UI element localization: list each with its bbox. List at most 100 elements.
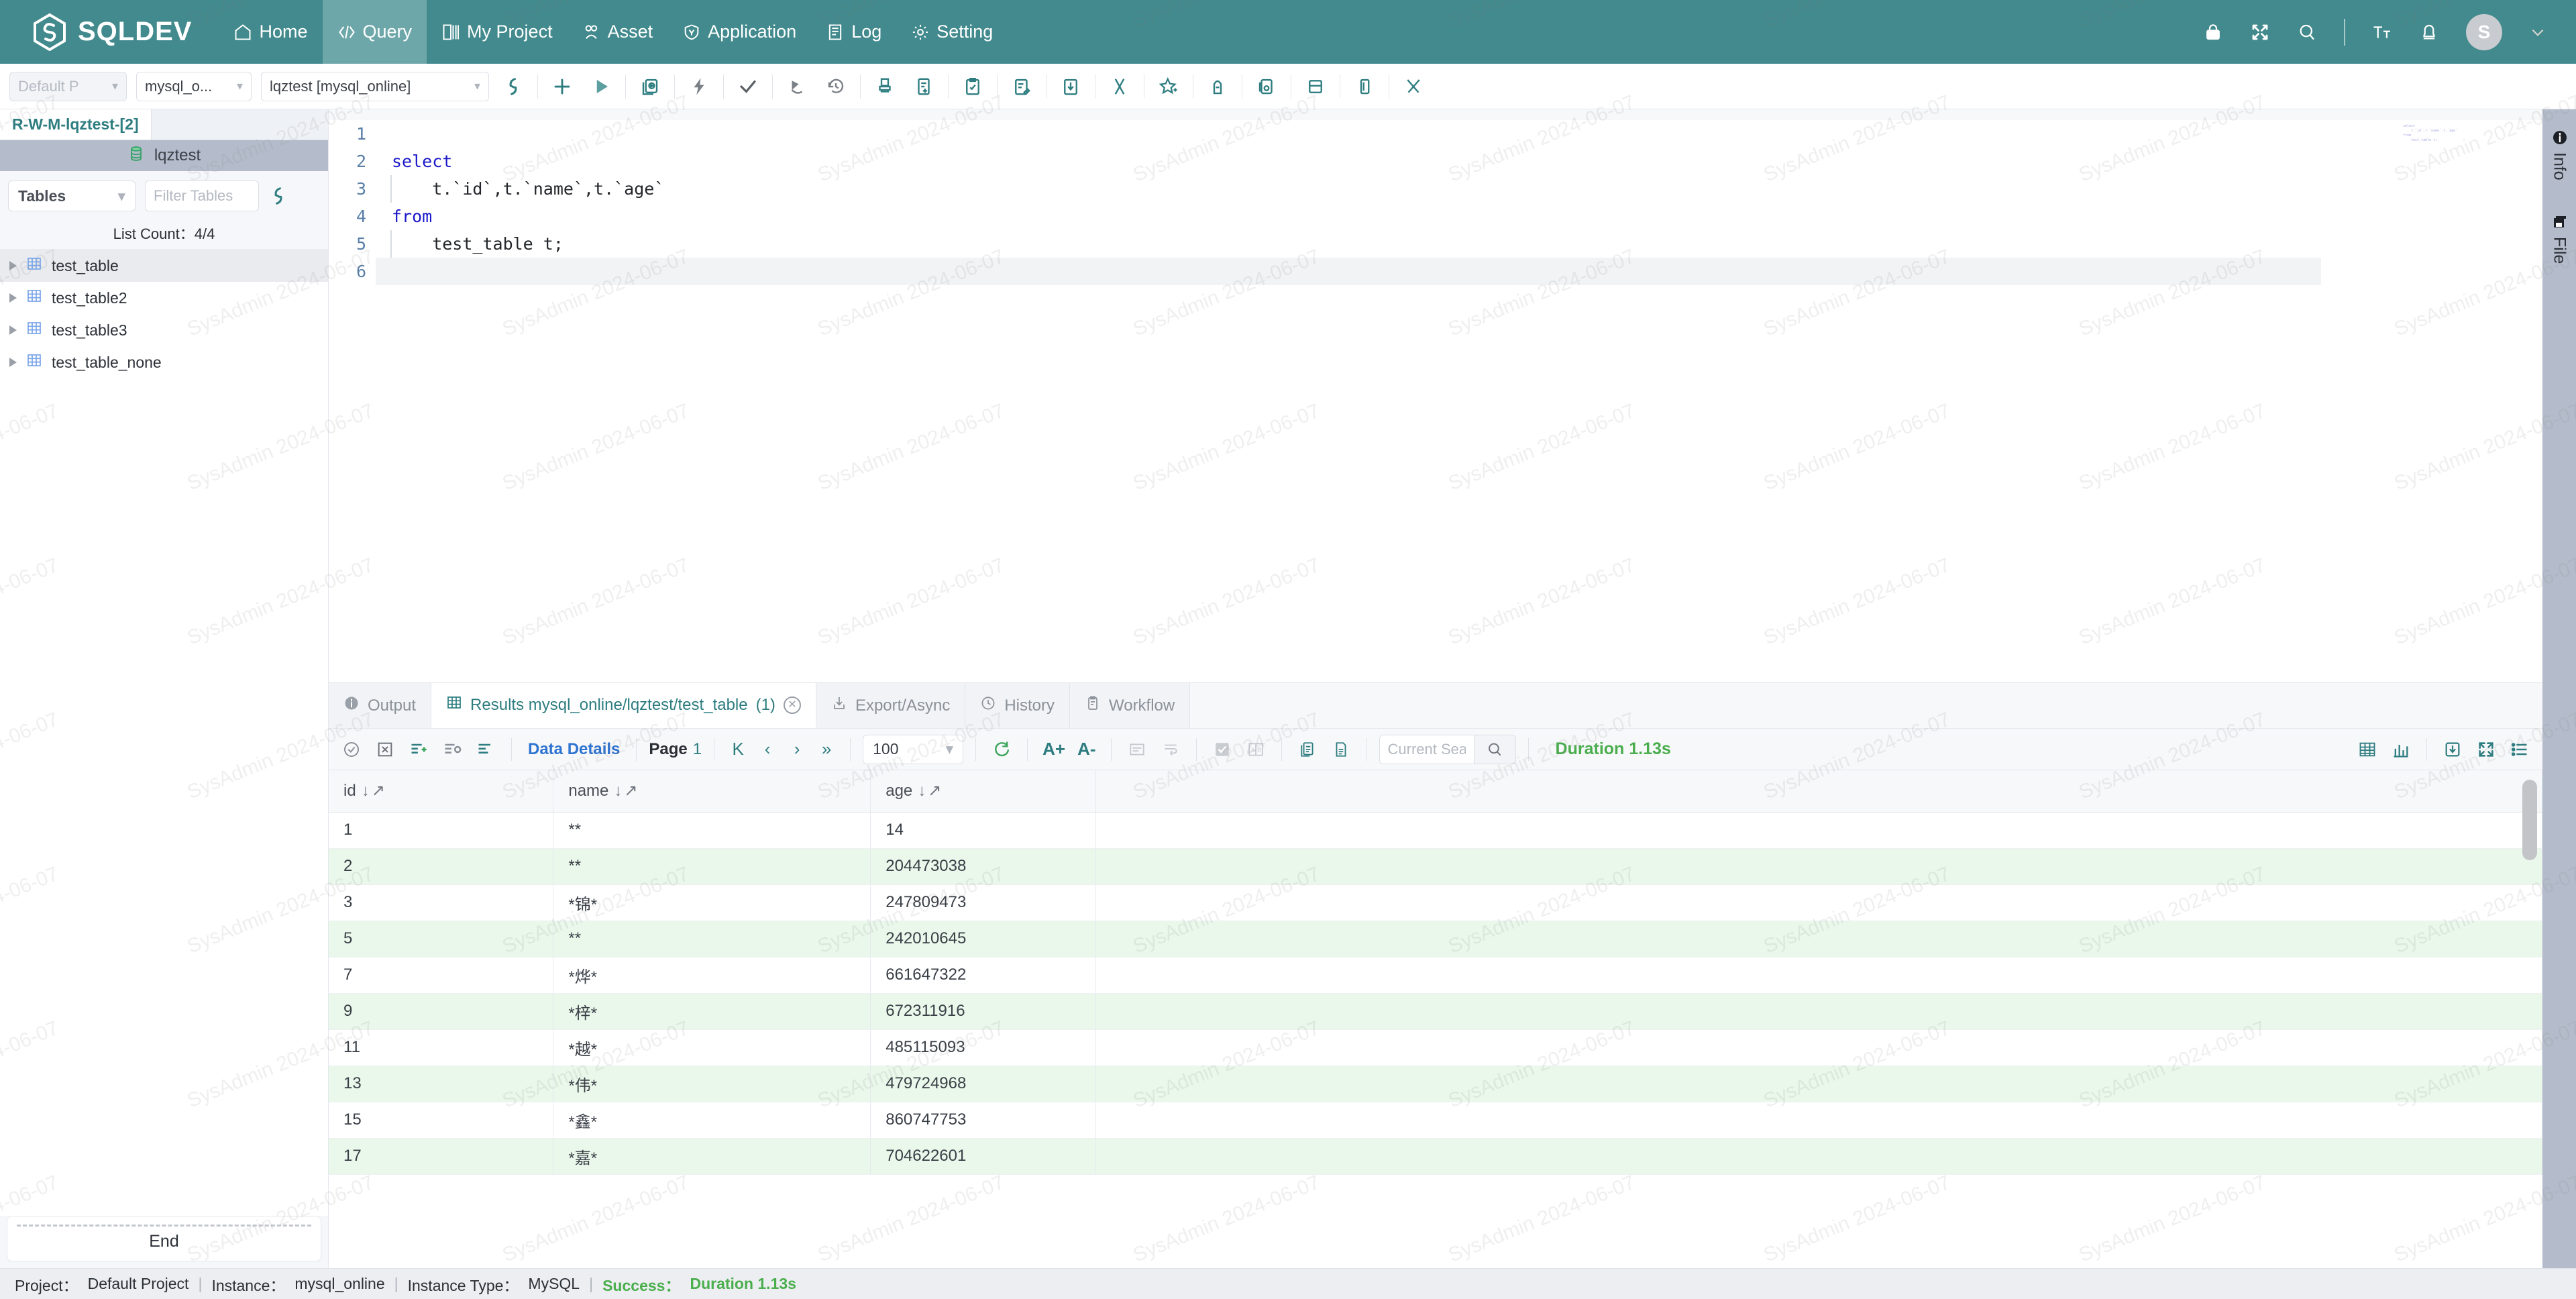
expand-fullscreen-icon[interactable] xyxy=(2473,736,2500,763)
cell-id[interactable]: 1 xyxy=(329,812,554,849)
table-row[interactable]: 2 ** 204473038 xyxy=(329,848,2542,885)
checklist-icon[interactable] xyxy=(958,72,987,101)
last-page-button[interactable]: » xyxy=(815,736,838,763)
export-icon[interactable] xyxy=(1203,72,1232,101)
brand[interactable]: SQLDEV xyxy=(0,13,219,51)
chart-view-icon[interactable] xyxy=(2387,736,2414,763)
prev-page-button[interactable]: ‹ xyxy=(756,736,779,763)
sort-icon[interactable]: ↓↗ xyxy=(614,782,639,800)
new-script-icon[interactable] xyxy=(909,72,938,101)
font-increase-button[interactable]: A+ xyxy=(1040,739,1068,760)
download-results-icon[interactable] xyxy=(2439,736,2466,763)
cell-age[interactable]: 485115093 xyxy=(870,1029,1097,1066)
save-script-icon[interactable] xyxy=(1056,72,1085,101)
nav-item-query[interactable]: Query xyxy=(322,0,427,64)
chevron-right-icon[interactable] xyxy=(9,261,17,270)
number-format-icon[interactable] xyxy=(1124,736,1150,763)
font-size-icon[interactable] xyxy=(2372,22,2392,42)
tools-icon[interactable] xyxy=(1399,72,1428,101)
cell-age[interactable]: 661647322 xyxy=(870,957,1097,994)
rollback-cancel-icon[interactable] xyxy=(372,736,398,763)
copy-rows-icon[interactable] xyxy=(1294,736,1321,763)
cell-name[interactable]: *烨* xyxy=(553,957,871,994)
first-page-button[interactable]: K xyxy=(727,736,749,763)
nav-item-application[interactable]: Application xyxy=(667,0,811,64)
tab-results[interactable]: Results mysql_online/lqztest/test_table … xyxy=(431,683,816,728)
cell-name[interactable]: ** xyxy=(553,812,871,849)
cell-name[interactable]: ** xyxy=(553,921,871,957)
cell-name[interactable]: *梓* xyxy=(553,993,871,1030)
table-row[interactable]: 9 *梓* 672311916 xyxy=(329,993,2542,1030)
schema-select[interactable]: lqztest [mysql_online] ▾ xyxy=(261,71,489,101)
cell-id[interactable]: 2 xyxy=(329,848,554,885)
code-area[interactable]: 1 2 3 4 5 6 select t.`id`,t.`name`,t.`ag… xyxy=(329,120,2542,285)
run-batch-icon[interactable] xyxy=(635,72,665,101)
add-tab-icon[interactable] xyxy=(547,72,577,101)
code-line-4[interactable]: from xyxy=(376,203,2542,230)
history-icon[interactable] xyxy=(821,72,851,101)
table-row[interactable]: 5 ** 242010645 xyxy=(329,921,2542,957)
cell-id[interactable]: 5 xyxy=(329,921,554,957)
cell-age[interactable]: 247809473 xyxy=(870,884,1097,921)
page-size-select[interactable]: 100 ▾ xyxy=(863,734,964,764)
rail-item-info[interactable]: Info xyxy=(2550,129,2569,180)
nav-item-home[interactable]: Home xyxy=(219,0,322,64)
table-item-test_table_none[interactable]: test_table_none xyxy=(0,346,328,378)
run-sql-icon[interactable] xyxy=(586,72,616,101)
table-item-test_table2[interactable]: test_table2 xyxy=(0,282,328,314)
results-search-input[interactable] xyxy=(1379,735,1474,764)
format-sql-icon[interactable] xyxy=(870,72,900,101)
ab-compare-icon[interactable]: AB xyxy=(1242,736,1269,763)
table-item-test_table3[interactable]: test_table3 xyxy=(0,314,328,346)
editor-minimap[interactable]: select t.`id`,t.`name`,t.`age` from test… xyxy=(2403,124,2530,164)
cell-name[interactable]: *锦* xyxy=(553,884,871,921)
column-header-id[interactable]: id ↓↗ xyxy=(329,770,554,813)
duplicate-row-icon[interactable] xyxy=(439,736,466,763)
compare-icon[interactable] xyxy=(1105,72,1134,101)
cell-id[interactable]: 3 xyxy=(329,884,554,921)
column-header-age[interactable]: age ↓↗ xyxy=(870,770,1097,813)
filter-input[interactable] xyxy=(145,180,259,211)
chevron-right-icon[interactable] xyxy=(9,293,17,303)
search-icon[interactable] xyxy=(2297,22,2317,42)
avatar[interactable]: S xyxy=(2466,13,2502,50)
cell-age[interactable]: 672311916 xyxy=(870,993,1097,1030)
explain-plan-icon[interactable] xyxy=(684,72,714,101)
code-line-2[interactable]: select xyxy=(376,148,2542,175)
document-icon[interactable] xyxy=(1350,72,1379,101)
tab-workflow[interactable]: Workflow xyxy=(1070,683,1191,728)
vertical-scrollbar[interactable] xyxy=(2522,780,2537,860)
chevron-down-icon[interactable] xyxy=(2529,23,2546,41)
cell-age[interactable]: 860747753 xyxy=(870,1102,1097,1139)
cell-name[interactable]: *嘉* xyxy=(553,1138,871,1175)
cell-name[interactable]: *鑫* xyxy=(553,1102,871,1139)
table-row[interactable]: 1 ** 14 xyxy=(329,812,2542,849)
code-line-6[interactable] xyxy=(376,258,2321,285)
code-lines[interactable]: select t.`id`,t.`name`,t.`age` from test… xyxy=(376,120,2542,285)
database-row[interactable]: lqztest xyxy=(0,140,328,171)
close-icon[interactable]: ✕ xyxy=(783,696,801,714)
add-row-icon[interactable] xyxy=(405,736,432,763)
cell-id[interactable]: 13 xyxy=(329,1066,554,1102)
cell-id[interactable]: 7 xyxy=(329,957,554,994)
cell-name[interactable]: ** xyxy=(553,848,871,885)
cell-age[interactable]: 242010645 xyxy=(870,921,1097,957)
nav-item-setting[interactable]: Setting xyxy=(896,0,1008,64)
table-row[interactable]: 17 *嘉* 704622601 xyxy=(329,1138,2542,1175)
undo-icon[interactable] xyxy=(782,72,812,101)
validate-sql-icon[interactable] xyxy=(733,72,763,101)
sql-editor[interactable]: 1 2 3 4 5 6 select t.`id`,t.`name`,t.`ag… xyxy=(329,109,2542,683)
refresh-icon[interactable] xyxy=(268,186,288,206)
commit-check-icon[interactable] xyxy=(338,736,365,763)
snapshot-icon[interactable] xyxy=(1252,72,1281,101)
print-icon[interactable] xyxy=(1328,736,1354,763)
cell-name[interactable]: *伟* xyxy=(553,1066,871,1102)
code-line-1[interactable] xyxy=(376,120,2542,148)
sort-icon[interactable]: ↓↗ xyxy=(918,782,943,800)
folder-open-icon[interactable] xyxy=(1301,72,1330,101)
apply-template-icon[interactable] xyxy=(1007,72,1036,101)
cell-id[interactable]: 17 xyxy=(329,1138,554,1175)
tab-history[interactable]: History xyxy=(965,683,1070,728)
cell-name[interactable]: *越* xyxy=(553,1029,871,1066)
cell-age[interactable]: 479724968 xyxy=(870,1066,1097,1102)
